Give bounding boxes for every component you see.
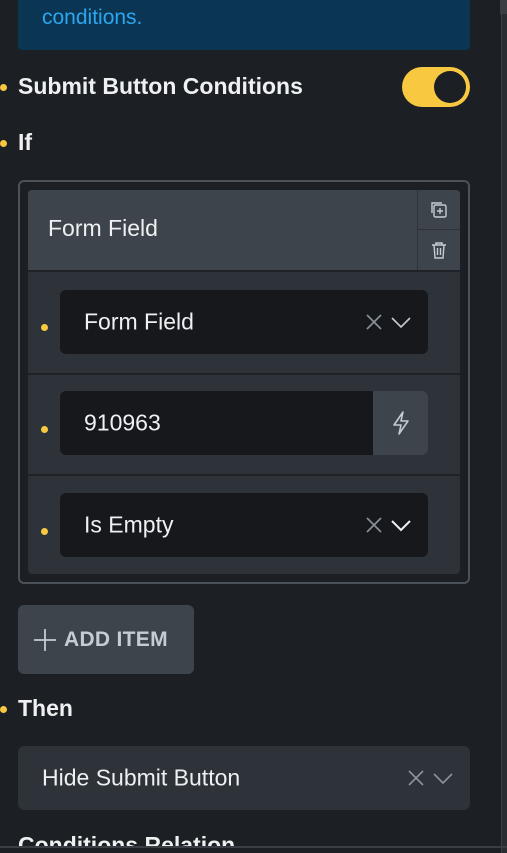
conditions-relation-label: Conditions Relation (18, 832, 236, 846)
row-divider (28, 373, 460, 375)
dynamic-data-dot (0, 140, 7, 147)
chevron-down-icon[interactable] (432, 768, 454, 788)
then-action-select[interactable]: Hide Submit Button (18, 746, 470, 810)
toggle-knob (434, 71, 466, 103)
clear-icon[interactable] (364, 515, 384, 535)
operator-select[interactable]: Is Empty (60, 493, 428, 557)
dynamic-data-button[interactable] (373, 391, 428, 455)
chevron-down-icon[interactable] (390, 515, 412, 535)
row-divider (28, 474, 460, 476)
field-select-value: Form Field (84, 308, 194, 335)
lightning-icon (392, 411, 409, 435)
panel-bottom-border (0, 846, 507, 848)
dynamic-data-dot (41, 324, 48, 331)
add-item-label: ADD ITEM (64, 627, 168, 651)
dynamic-data-dot (41, 426, 48, 433)
row-divider (28, 270, 460, 272)
submit-conditions-toggle[interactable] (402, 67, 470, 107)
value-input[interactable]: 910963 (60, 391, 428, 455)
then-label: Then (18, 695, 73, 721)
operator-select-value: Is Empty (84, 511, 174, 538)
panel-scrollbar[interactable] (501, 0, 507, 853)
info-notice: conditions. (18, 0, 470, 50)
info-notice-text: conditions. (42, 6, 143, 29)
field-select[interactable]: Form Field (60, 290, 428, 354)
trash-icon[interactable] (418, 230, 460, 269)
if-label: If (18, 129, 33, 155)
submit-conditions-label: Submit Button Conditions (18, 73, 303, 99)
repeater-item: Form Field Form Field 910963 Is Empty (28, 190, 460, 574)
add-item-button[interactable]: ADD ITEM (18, 605, 194, 674)
field-select-icons (364, 312, 412, 332)
repeater-item-header[interactable]: Form Field (28, 190, 417, 270)
operator-select-icons (364, 515, 412, 535)
scrollbar-thumb[interactable] (500, 0, 507, 14)
clear-icon[interactable] (406, 768, 426, 788)
dynamic-data-dot (0, 84, 7, 91)
duplicate-icon[interactable] (418, 190, 460, 230)
repeater-item-title: Form Field (48, 215, 158, 241)
then-action-icons (406, 768, 454, 788)
plus-icon (34, 628, 56, 651)
chevron-down-icon[interactable] (390, 312, 412, 332)
dynamic-data-dot (41, 528, 48, 535)
condition-repeater: Form Field Form Field 910963 Is Empty (18, 180, 470, 584)
repeater-item-actions (418, 190, 460, 270)
clear-icon[interactable] (364, 312, 384, 332)
then-action-value: Hide Submit Button (42, 764, 241, 791)
value-input-text: 910963 (84, 409, 161, 436)
dynamic-data-dot (0, 706, 7, 713)
